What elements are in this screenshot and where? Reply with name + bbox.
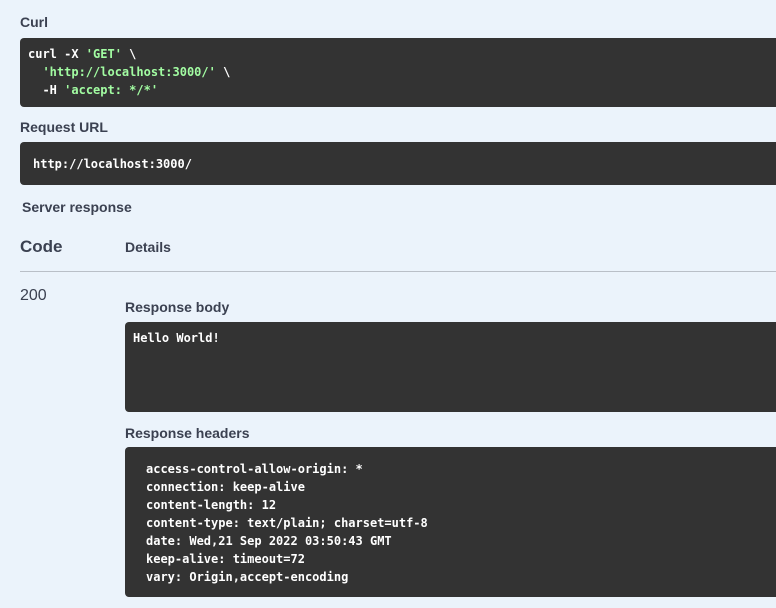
header-line: connection: keep-alive <box>146 480 305 494</box>
table-divider <box>20 271 776 272</box>
response-body-text: Hello World! <box>133 331 220 345</box>
response-body-box[interactable]: Hello World! <box>125 322 776 412</box>
header-line: vary: Origin,accept-encoding <box>146 570 349 584</box>
curl-label: Curl <box>20 14 48 30</box>
header-line: content-type: text/plain; charset=utf-8 <box>146 516 428 530</box>
header-line: content-length: 12 <box>146 498 277 512</box>
response-headers-box[interactable]: access-control-allow-origin: * connection… <box>125 447 776 597</box>
response-body-label: Response body <box>125 299 230 315</box>
curl-header-value: 'accept: */*' <box>64 83 159 97</box>
header-line: access-control-allow-origin: * <box>146 462 363 476</box>
header-line: keep-alive: timeout=72 <box>146 552 305 566</box>
header-line: date: Wed,21 Sep 2022 03:50:43 GMT <box>146 534 392 548</box>
curl-line2-tail: \ <box>215 65 231 79</box>
server-response-label: Server response <box>22 199 132 215</box>
details-column-header: Details <box>125 239 171 255</box>
code-column-header: Code <box>20 237 63 256</box>
response-status-code: 200 <box>20 287 47 304</box>
curl-method: 'GET' <box>85 47 122 61</box>
curl-url: 'http://localhost:3000/' <box>42 65 216 79</box>
curl-line1-tail: \ <box>121 47 137 61</box>
request-url-value: http://localhost:3000/ <box>33 157 192 171</box>
request-url-label: Request URL <box>20 119 108 135</box>
curl-command-box[interactable]: curl -X 'GET' \ 'http://localhost:3000/'… <box>20 38 776 107</box>
curl-cmd: curl -X <box>28 47 86 61</box>
curl-header-flag: -H <box>42 83 65 97</box>
response-headers-label: Response headers <box>125 425 250 441</box>
request-url-box[interactable]: http://localhost:3000/ <box>20 142 776 185</box>
